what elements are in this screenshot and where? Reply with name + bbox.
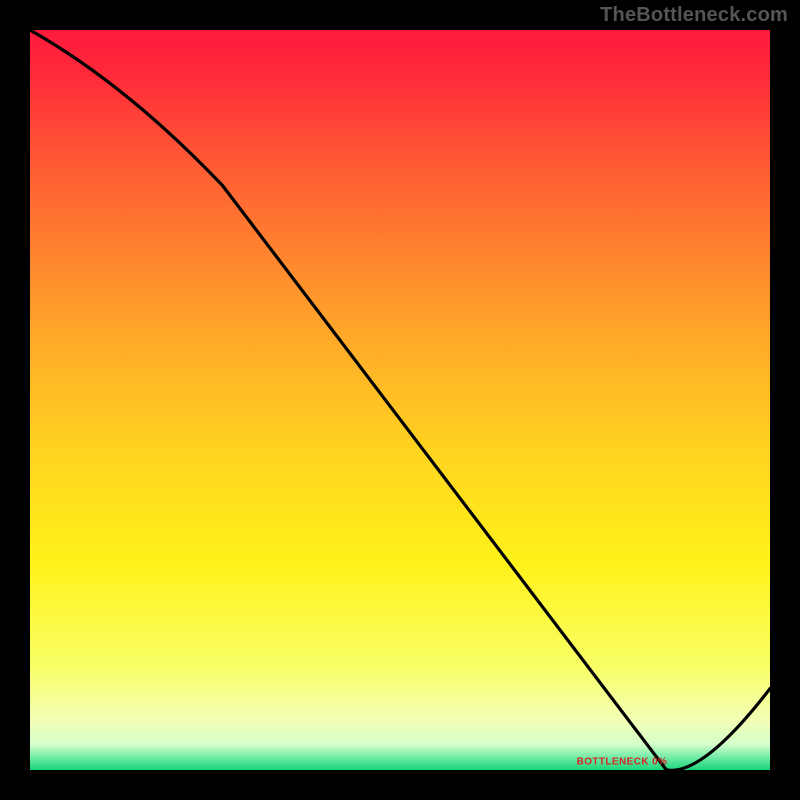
annotation-label: BOTTLENECK 0% — [577, 756, 668, 767]
plot-area: BOTTLENECK 0% — [30, 30, 770, 770]
watermark-text: TheBottleneck.com — [600, 4, 788, 27]
chart-background — [30, 30, 770, 770]
chart-svg: BOTTLENECK 0% — [30, 30, 770, 770]
chart-stage: TheBottleneck.com BOTTLENECK 0% — [0, 0, 800, 800]
